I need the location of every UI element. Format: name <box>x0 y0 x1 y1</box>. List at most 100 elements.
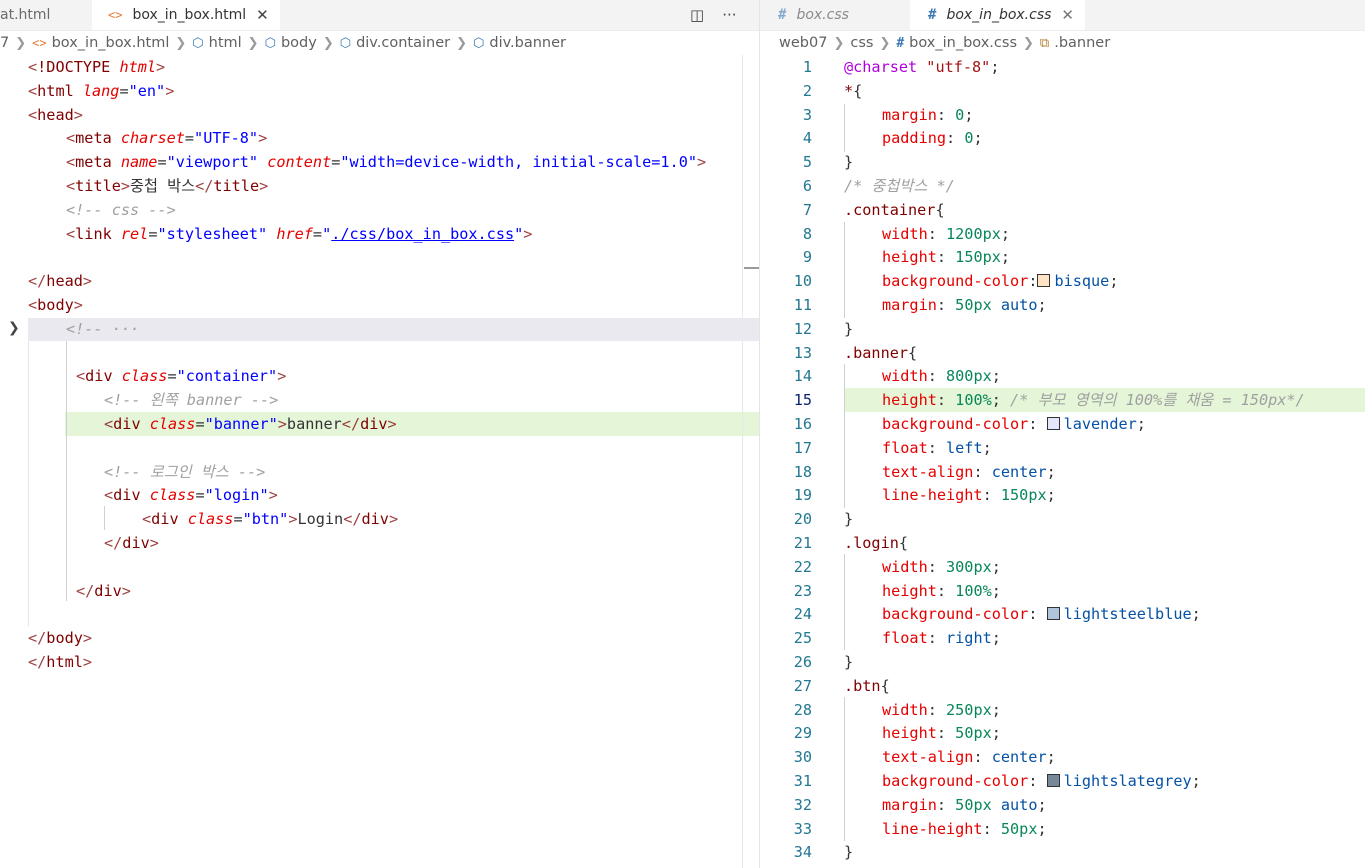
code-line[interactable]: 13 .banner{ <box>760 341 1365 365</box>
breadcrumb-item[interactable]: div.container <box>356 35 450 51</box>
line-number: 26 <box>793 653 812 671</box>
code-line[interactable]: <meta charset="UTF-8"> <box>0 126 760 150</box>
code-line-text: <div class="banner">banner</div> <box>104 412 397 436</box>
code-line[interactable]: <!DOCTYPE html> <box>0 55 760 79</box>
code-line[interactable]: 29 height: 50px; <box>760 721 1365 745</box>
code-line[interactable]: 10 background-color: bisque; <box>760 269 1365 293</box>
code-line[interactable] <box>0 436 760 460</box>
code-token: : <box>936 795 956 814</box>
line-number: 10 <box>793 272 812 291</box>
code-line-text: background-color: lightslategrey; <box>882 769 1201 793</box>
code-line[interactable]: 4 padding: 0; <box>760 126 1365 150</box>
code-line[interactable] <box>0 245 760 269</box>
code-line[interactable]: 24 background-color: lightsteelblue; <box>760 602 1365 626</box>
code-line[interactable]: </div> <box>0 531 760 555</box>
code-line[interactable] <box>0 602 760 626</box>
split-editor-icon[interactable]: ◫ <box>690 6 704 24</box>
close-icon[interactable]: ✕ <box>1061 6 1074 24</box>
code-line[interactable]: <meta name="viewport" content="width=dev… <box>0 150 760 174</box>
code-line[interactable]: 23 height: 100%; <box>760 579 1365 603</box>
code-line[interactable]: <head> <box>0 103 760 127</box>
code-line[interactable]: <div class="login"> <box>0 483 760 507</box>
color-swatch[interactable] <box>1046 774 1060 787</box>
breadcrumb-item[interactable]: html <box>209 35 242 51</box>
breadcrumb-item[interactable]: body <box>281 35 317 51</box>
color-swatch[interactable] <box>1046 607 1060 621</box>
code-line[interactable]: 12} <box>760 317 1365 341</box>
breadcrumb-item[interactable]: box_in_box.html <box>52 35 170 51</box>
code-line[interactable]: 11 margin: 50px auto; <box>760 293 1365 317</box>
code-line[interactable]: 3 margin: 0; <box>760 103 1365 127</box>
code-token: "stylesheet" <box>157 224 277 243</box>
code-line[interactable]: <div class="banner">banner</div> <box>0 412 760 436</box>
breadcrumb-item[interactable]: div.banner <box>489 35 566 51</box>
code-line[interactable]: <link rel="stylesheet" href="./css/box_i… <box>0 222 760 246</box>
code-line[interactable]: 26} <box>760 650 1365 674</box>
code-token: margin <box>882 795 937 814</box>
code-line[interactable]: 8 width: 1200px; <box>760 222 1365 246</box>
code-line[interactable]: <div class="container"> <box>0 364 760 388</box>
code-line[interactable]: <!-- 로그인 박스 --> <box>0 460 760 484</box>
code-line[interactable]: <body> <box>0 293 760 317</box>
code-line[interactable]: 28 width: 250px; <box>760 698 1365 722</box>
breadcrumb-item[interactable]: web07 <box>779 35 827 51</box>
code-line[interactable]: <html lang="en"> <box>0 79 760 103</box>
code-line[interactable]: </html> <box>0 650 760 674</box>
code-line-text: text-align: center; <box>882 460 1056 484</box>
code-line[interactable]: 33 line-height: 50px; <box>760 817 1365 841</box>
tab-at-html[interactable]: at.html <box>0 0 90 30</box>
code-line[interactable]: 27 .btn{ <box>760 674 1365 698</box>
code-line[interactable] <box>0 341 760 365</box>
code-line[interactable]: 22 width: 300px; <box>760 555 1365 579</box>
breadcrumb-item[interactable]: 7 <box>0 35 9 51</box>
code-line[interactable]: 25 float: right; <box>760 626 1365 650</box>
code-line[interactable]: 31 background-color: lightslategrey; <box>760 769 1365 793</box>
code-token: ; <box>1037 795 1047 814</box>
code-line[interactable]: </div> <box>0 579 760 603</box>
code-line[interactable]: <title>중첩 박스</title> <box>0 174 760 198</box>
code-line[interactable]: </body> <box>0 626 760 650</box>
color-swatch[interactable] <box>1037 274 1051 288</box>
scrollbar-track[interactable] <box>742 55 743 868</box>
code-line[interactable]: 16 background-color: lavender; <box>760 412 1365 436</box>
code-line[interactable] <box>0 555 760 579</box>
code-line[interactable]: 1 @charset "utf-8"; <box>760 55 1365 79</box>
code-token: : <box>946 129 965 148</box>
code-line[interactable]: 2 *{ <box>760 79 1365 103</box>
line-number: 30 <box>793 748 812 767</box>
code-line[interactable]: 17 float: left; <box>760 436 1365 460</box>
code-token: } <box>844 843 854 862</box>
code-line[interactable]: <div class="btn">Login</div> <box>0 507 760 531</box>
breadcrumb-item[interactable]: box_in_box.css <box>909 35 1017 51</box>
code-line[interactable]: 30 text-align: center; <box>760 745 1365 769</box>
css-editor-pane: # box.css # box_in_box.css ✕ web07 ❯ css… <box>760 0 1365 868</box>
code-line-text: height: 100%; <box>882 579 1001 603</box>
code-line[interactable]: <!-- 왼쪽 banner --> <box>0 388 760 412</box>
code-line[interactable]: 15 height: 100%; /* 부모 영역의 100%를 채움 = 150… <box>760 388 1365 412</box>
tab-box-in-box-html[interactable]: <> box_in_box.html ✕ <box>92 0 280 30</box>
code-line[interactable]: 5} <box>760 150 1365 174</box>
breadcrumb-item[interactable]: css <box>850 35 873 51</box>
code-line[interactable]: 20} <box>760 507 1365 531</box>
code-line[interactable]: 6 /* 중첩박스 */ <box>760 174 1365 198</box>
code-line[interactable]: 7 .container{ <box>760 198 1365 222</box>
code-line[interactable]: 32 margin: 50px auto; <box>760 793 1365 817</box>
code-line[interactable]: 34} <box>760 840 1365 864</box>
tab-box-in-box-css[interactable]: # box_in_box.css ✕ <box>910 0 1085 30</box>
more-actions-icon[interactable]: ··· <box>722 6 736 24</box>
tab-box-css[interactable]: # box.css <box>760 0 908 30</box>
breadcrumb-item[interactable]: .banner <box>1054 35 1110 51</box>
code-token: <!-- 로그인 박스 --> <box>104 462 266 481</box>
close-icon[interactable]: ✕ <box>256 6 269 24</box>
code-line[interactable]: 14 width: 800px; <box>760 364 1365 388</box>
code-token: div <box>360 415 388 433</box>
code-line[interactable]: 21 .login{ <box>760 531 1365 555</box>
code-line[interactable]: </head> <box>0 269 760 293</box>
code-line[interactable]: <!-- css --> <box>0 198 760 222</box>
code-line[interactable]: 19 line-height: 150px; <box>760 483 1365 507</box>
code-line[interactable]: 9 height: 150px; <box>760 245 1365 269</box>
code-line[interactable]: <!-- ··· <box>0 317 760 341</box>
code-line[interactable]: 18 text-align: center; <box>760 460 1365 484</box>
line-number: 25 <box>793 629 812 648</box>
color-swatch[interactable] <box>1046 417 1060 430</box>
